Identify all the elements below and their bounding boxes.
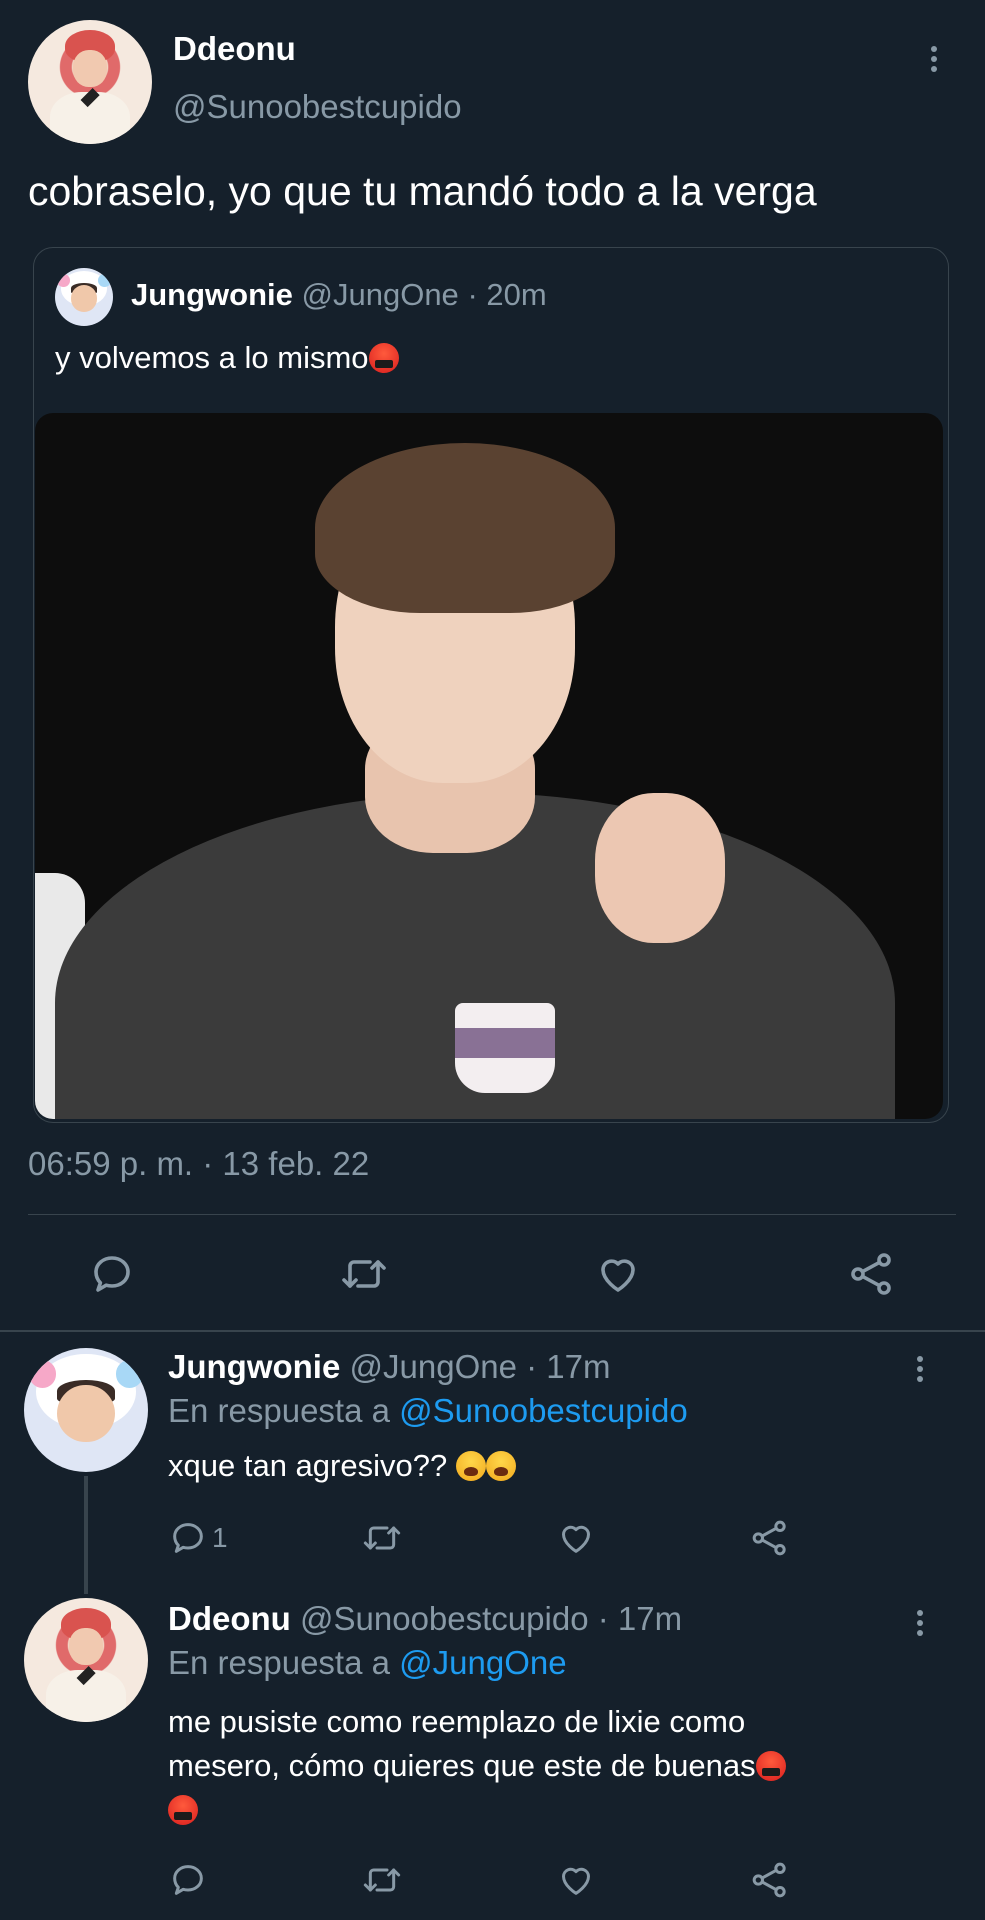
author-avatar[interactable] xyxy=(28,20,152,144)
like-icon[interactable] xyxy=(556,1860,596,1900)
reply-avatar[interactable] xyxy=(24,1598,148,1722)
tweet-timestamp[interactable]: 06:59 p. m. · 13 feb. 22 xyxy=(28,1145,369,1183)
reply-icon[interactable]: 1 xyxy=(168,1518,228,1558)
tired-face-icon xyxy=(455,1451,486,1481)
divider xyxy=(28,1214,956,1215)
reply-prefix: En respuesta a xyxy=(168,1392,390,1429)
quoted-header: Jungwonie @JungOne · 20m xyxy=(131,277,547,313)
more-options-icon[interactable] xyxy=(910,1610,930,1640)
reply-text: xque tan agresivo?? xyxy=(168,1448,516,1484)
reply-context: En respuesta a @Sunoobestcupido xyxy=(168,1392,688,1430)
angry-face-icon xyxy=(755,1751,786,1781)
share-icon[interactable] xyxy=(750,1860,790,1900)
reply-icon[interactable] xyxy=(88,1250,136,1298)
reply-header: Ddeonu @Sunoobestcupido · 17m xyxy=(168,1600,682,1638)
quoted-handle: @JungOne xyxy=(301,277,459,312)
reply-author-name[interactable]: Ddeonu xyxy=(168,1600,291,1637)
more-options-icon[interactable] xyxy=(910,1356,930,1386)
retweet-icon[interactable] xyxy=(360,1860,404,1900)
reply-icon[interactable] xyxy=(168,1860,208,1900)
reply-mention-link[interactable]: @JungOne xyxy=(399,1644,566,1681)
reply-time: · 17m xyxy=(597,1600,683,1637)
author-handle[interactable]: @Sunoobestcupido xyxy=(173,88,462,126)
retweet-icon[interactable] xyxy=(360,1518,404,1558)
reply-author-name[interactable]: Jungwonie xyxy=(168,1348,340,1385)
quoted-avatar xyxy=(55,268,113,326)
reply-time: · 17m xyxy=(526,1348,611,1385)
reply-text-line-2-body: mesero, cómo quieres que este de buenas xyxy=(168,1748,756,1783)
like-icon[interactable] xyxy=(556,1518,596,1558)
reply-text-line-1: me pusiste como reemplazo de lixie como xyxy=(168,1704,746,1739)
reply-prefix: En respuesta a xyxy=(168,1644,390,1681)
tired-face-icon xyxy=(485,1451,516,1481)
thread-line xyxy=(84,1476,88,1594)
author-name[interactable]: Ddeonu xyxy=(173,30,296,68)
quoted-time: · 20m xyxy=(467,277,547,312)
quoted-text: y volvemos a lo mismo xyxy=(55,340,399,376)
share-icon[interactable] xyxy=(750,1518,790,1558)
more-options-icon[interactable] xyxy=(924,46,944,76)
quoted-text-body: y volvemos a lo mismo xyxy=(55,340,369,375)
share-icon[interactable] xyxy=(848,1250,896,1298)
reply-author-handle[interactable]: @Sunoobestcupido xyxy=(300,1600,589,1637)
reply-header: Jungwonie @JungOne · 17m xyxy=(168,1348,610,1386)
section-divider xyxy=(0,1330,985,1332)
reply-text-line-3 xyxy=(168,1788,786,1832)
reply-text: me pusiste como reemplazo de lixie como … xyxy=(168,1700,786,1832)
reply-mention-link[interactable]: @Sunoobestcupido xyxy=(399,1392,688,1429)
reply-text-line-2: mesero, cómo quieres que este de buenas xyxy=(168,1744,786,1788)
quoted-media-image[interactable] xyxy=(35,413,943,1119)
like-icon[interactable] xyxy=(594,1250,642,1298)
retweet-icon[interactable] xyxy=(338,1250,390,1298)
angry-face-icon xyxy=(368,343,399,373)
reply-count: 1 xyxy=(212,1522,228,1553)
reply-author-handle[interactable]: @JungOne xyxy=(350,1348,517,1385)
quoted-name: Jungwonie xyxy=(131,277,293,312)
tweet-text: cobraselo, yo que tu mandó todo a la ver… xyxy=(28,168,817,214)
angry-face-icon xyxy=(168,1795,198,1825)
reply-context: En respuesta a @JungOne xyxy=(168,1644,567,1682)
reply-text-body: xque tan agresivo?? xyxy=(168,1448,448,1483)
reply-avatar[interactable] xyxy=(24,1348,148,1472)
